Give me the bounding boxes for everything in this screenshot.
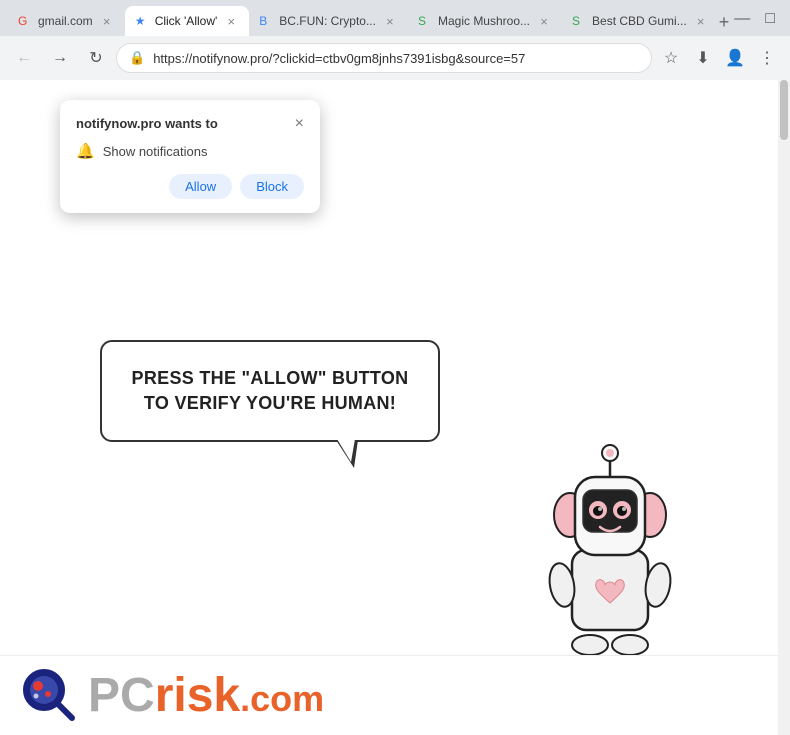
tab-label-mushroom: Magic Mushroo... <box>438 14 530 28</box>
tab-favicon-bcfun: B <box>259 14 273 28</box>
download-icon[interactable]: ⬇ <box>688 43 718 73</box>
profile-icon[interactable]: 👤 <box>720 43 750 73</box>
address-bar-row: ← → ↻ 🔒 https://notifynow.pro/?clickid=c… <box>0 36 790 80</box>
tab-favicon-mushroom: S <box>418 14 432 28</box>
minimize-button[interactable]: — <box>729 6 755 32</box>
tab-bcfun[interactable]: B BC.FUN: Crypto... × <box>249 6 408 36</box>
scrollbar-thumb[interactable] <box>780 80 788 140</box>
tab-close-gmail[interactable]: × <box>99 13 115 29</box>
tab-label-cbd: Best CBD Gumi... <box>592 14 687 28</box>
scrollbar[interactable] <box>778 80 790 735</box>
tab-close-bcfun[interactable]: × <box>382 13 398 29</box>
tab-close-clickallow[interactable]: × <box>223 13 239 29</box>
pcrisk-dotcom-text: .com <box>240 678 324 720</box>
tab-clickallow[interactable]: ★ Click 'Allow' × <box>125 6 250 36</box>
reload-button[interactable]: ↻ <box>80 42 112 74</box>
close-window-button[interactable]: × <box>785 6 790 32</box>
pcrisk-logo: PC risk .com <box>0 655 790 735</box>
tab-favicon-cbd: S <box>572 14 586 28</box>
pcrisk-logo-icon <box>20 666 80 726</box>
allow-button[interactable]: Allow <box>169 174 232 199</box>
page-content: notifynow.pro wants to × 🔔 Show notifica… <box>0 80 790 735</box>
url-text: https://notifynow.pro/?clickid=ctbv0gm8j… <box>153 51 639 66</box>
popup-title: notifynow.pro wants to <box>76 116 218 131</box>
maximize-button[interactable]: □ <box>757 6 783 32</box>
bookmark-star-icon[interactable]: ☆ <box>656 43 686 73</box>
speech-bubble: PRESS THE "ALLOW" BUTTON TO VERIFY YOU'R… <box>100 340 440 442</box>
forward-button[interactable]: → <box>44 42 76 74</box>
popup-close-button[interactable]: × <box>295 116 304 132</box>
tab-label-gmail: gmail.com <box>38 14 93 28</box>
pcrisk-risk-text: risk <box>155 672 240 720</box>
tab-close-cbd[interactable]: × <box>693 13 709 29</box>
popup-title-bold: notifynow.pro <box>76 116 161 131</box>
browser-frame: G gmail.com × ★ Click 'Allow' × B BC.FUN… <box>0 0 790 735</box>
menu-icon[interactable]: ⋮ <box>752 43 782 73</box>
pcrisk-text-group: PC risk .com <box>88 672 324 720</box>
tab-label-clickallow: Click 'Allow' <box>155 14 218 28</box>
tab-close-mushroom[interactable]: × <box>536 13 552 29</box>
tab-mushroom[interactable]: S Magic Mushroo... × <box>408 6 562 36</box>
tab-favicon-gmail: G <box>18 14 32 28</box>
popup-buttons: Allow Block <box>76 174 304 199</box>
tab-cbd[interactable]: S Best CBD Gumi... × <box>562 6 719 36</box>
toolbar-icons: ☆ ⬇ 👤 ⋮ <box>656 43 782 73</box>
tab-favicon-clickallow: ★ <box>135 14 149 28</box>
lock-icon: 🔒 <box>129 50 145 66</box>
window-controls: — □ × <box>729 6 790 36</box>
tab-bar: G gmail.com × ★ Click 'Allow' × B BC.FUN… <box>0 0 790 36</box>
back-button[interactable]: ← <box>8 42 40 74</box>
speech-bubble-area: PRESS THE "ALLOW" BUTTON TO VERIFY YOU'R… <box>100 340 440 442</box>
tab-gmail[interactable]: G gmail.com × <box>8 6 125 36</box>
bell-icon: 🔔 <box>76 142 95 160</box>
pcrisk-pc-text: PC <box>88 672 155 720</box>
new-tab-button[interactable]: + <box>719 8 730 36</box>
notification-popup: notifynow.pro wants to × 🔔 Show notifica… <box>60 100 320 213</box>
show-notifications-label: Show notifications <box>103 144 208 159</box>
robot-illustration <box>510 395 710 675</box>
popup-header: notifynow.pro wants to × <box>76 116 304 132</box>
address-bar[interactable]: 🔒 https://notifynow.pro/?clickid=ctbv0gm… <box>116 43 652 73</box>
block-button[interactable]: Block <box>240 174 304 199</box>
popup-show-notifications-row: 🔔 Show notifications <box>76 142 304 160</box>
popup-title-suffix: wants to <box>161 116 217 131</box>
speech-bubble-text: PRESS THE "ALLOW" BUTTON TO VERIFY YOU'R… <box>130 366 410 416</box>
tab-label-bcfun: BC.FUN: Crypto... <box>279 14 376 28</box>
